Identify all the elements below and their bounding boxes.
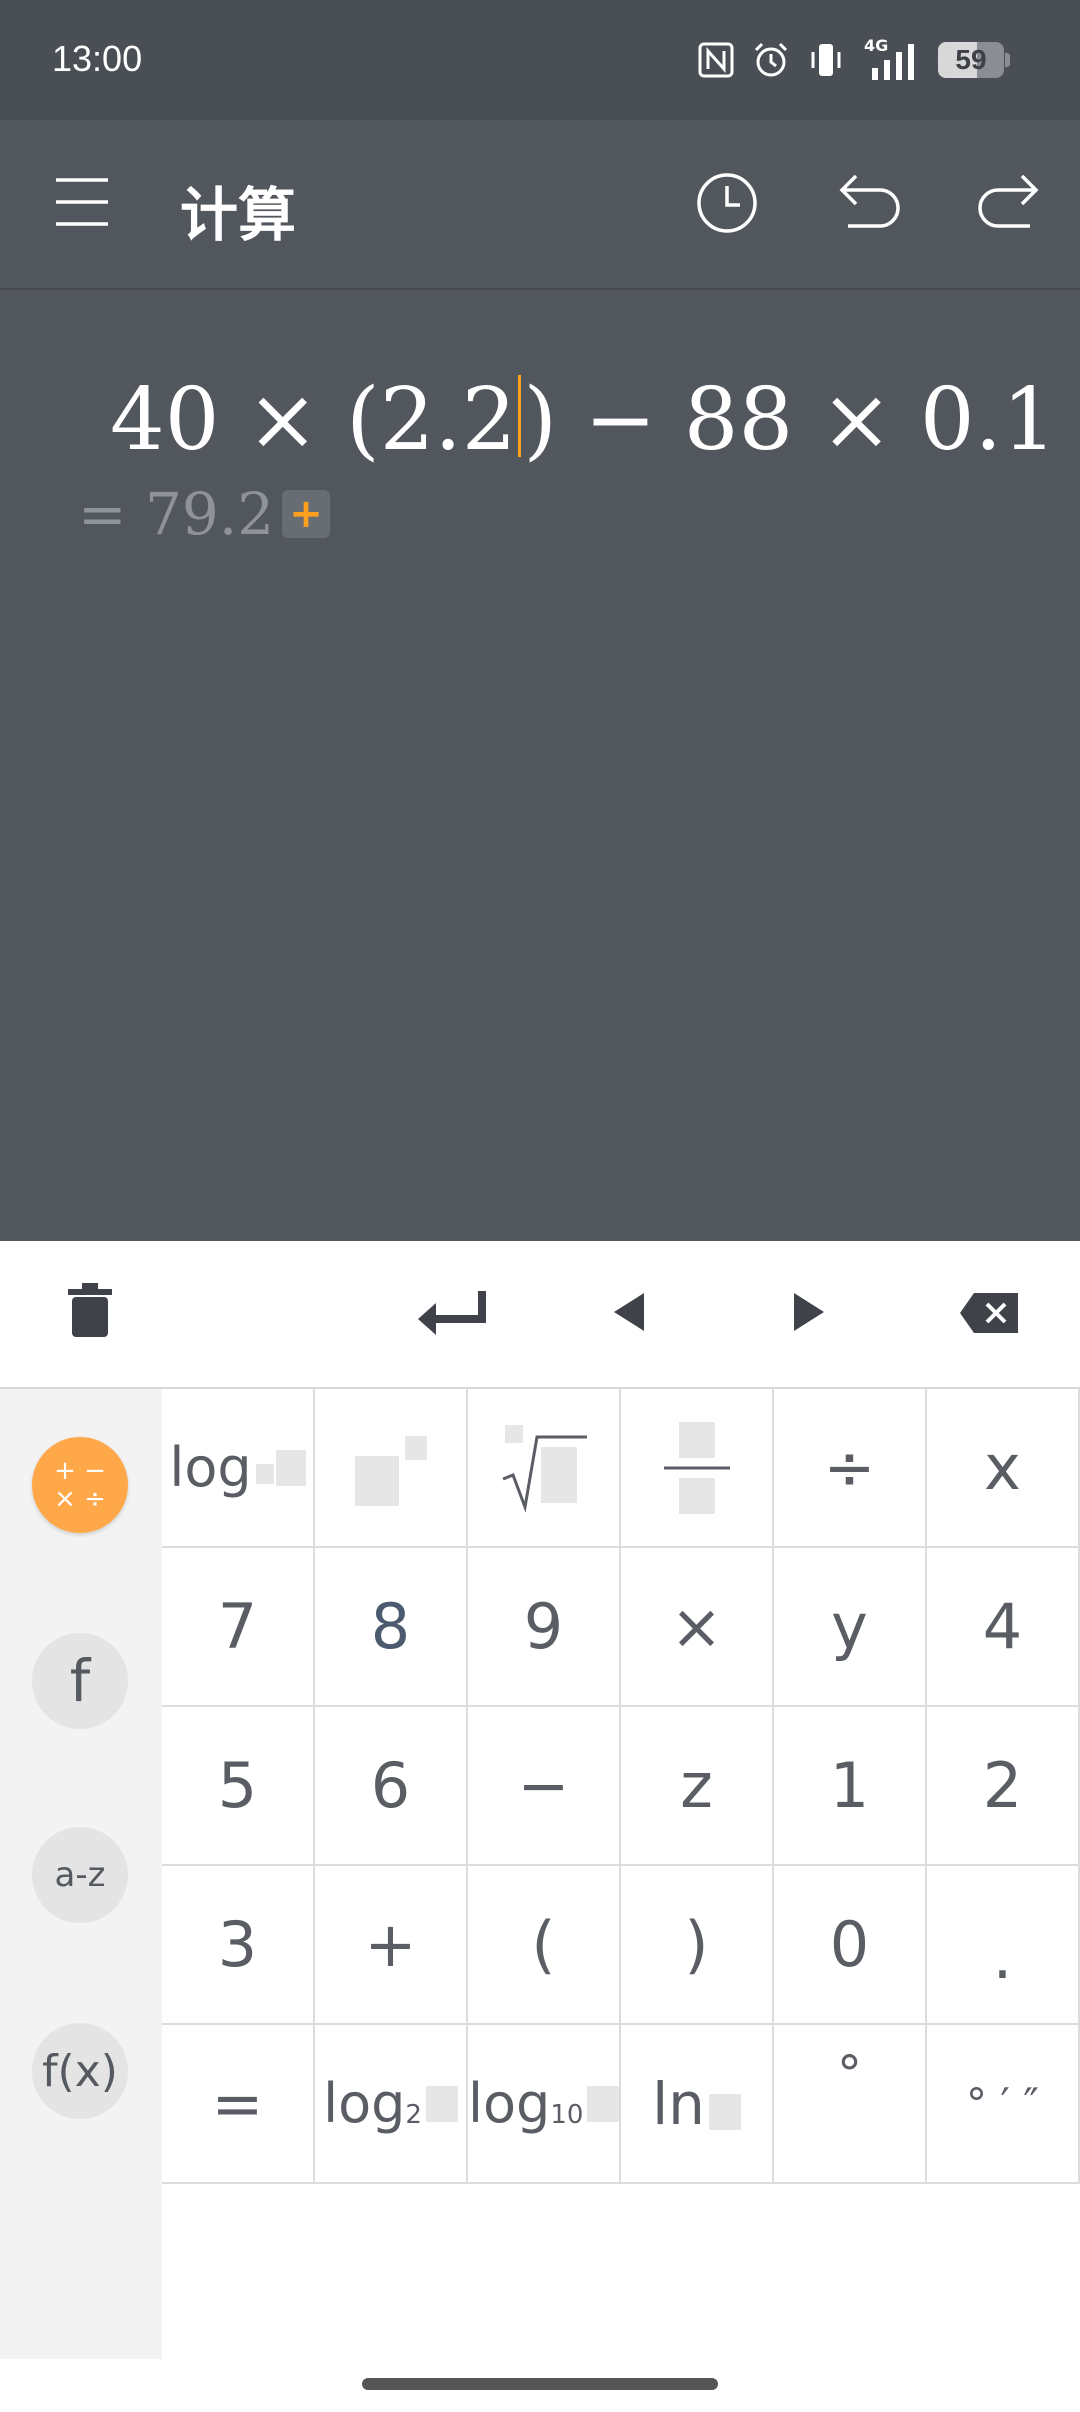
- log2-key[interactable]: log 2: [315, 2025, 468, 2184]
- alarm-icon: [752, 41, 790, 79]
- page-title: 计算: [180, 181, 297, 249]
- menu-icon[interactable]: [54, 176, 110, 232]
- fraction-key[interactable]: [621, 1389, 774, 1548]
- plus-key[interactable]: +: [315, 1866, 468, 2025]
- ln-label: ln: [652, 2069, 705, 2138]
- backspace-icon[interactable]: [960, 1293, 1020, 1337]
- digit-7-key[interactable]: 7: [162, 1548, 315, 1707]
- status-bar: 13:00 4G 59: [0, 0, 1080, 120]
- variable-x-key[interactable]: x: [927, 1389, 1080, 1548]
- variable-z-key[interactable]: z: [621, 1707, 774, 1866]
- digit-0-key[interactable]: 0: [774, 1866, 927, 2025]
- mode-variables[interactable]: a-z: [32, 1827, 128, 1923]
- trash-icon[interactable]: [66, 1281, 114, 1345]
- status-time: 13:00: [52, 38, 143, 79]
- dms-key[interactable]: ° ′ ″: [927, 2025, 1080, 2184]
- mode-functions[interactable]: f: [32, 1633, 128, 1729]
- undo-icon[interactable]: [838, 172, 902, 236]
- log-label: log: [169, 1436, 252, 1499]
- log10-key[interactable]: log 10: [468, 2025, 621, 2184]
- result-value: = 79.2: [78, 480, 275, 548]
- cursor-left-icon[interactable]: [612, 1291, 646, 1337]
- close-paren-key[interactable]: ): [621, 1866, 774, 2025]
- multiply-key[interactable]: ×: [621, 1548, 774, 1707]
- log2-subscript: 2: [405, 2099, 422, 2130]
- digit-6-key[interactable]: 6: [315, 1707, 468, 1866]
- nfc-icon: [698, 42, 734, 78]
- minus-key[interactable]: −: [468, 1707, 621, 1866]
- app-bar: 计算: [0, 120, 1080, 290]
- degree-key[interactable]: °: [774, 2025, 927, 2184]
- log10-label: log: [468, 2072, 551, 2135]
- mode-basic-operators[interactable]: + − × ÷: [32, 1437, 128, 1533]
- edit-toolbar: [0, 1241, 1080, 1389]
- digit-3-key[interactable]: 3: [162, 1866, 315, 2025]
- digit-8-key[interactable]: 8: [315, 1548, 468, 1707]
- vibrate-icon: [808, 40, 844, 80]
- digit-9-key[interactable]: 9: [468, 1548, 621, 1707]
- ln-key[interactable]: ln: [621, 2025, 774, 2184]
- battery-icon: 59: [938, 42, 1010, 78]
- text-caret: [518, 375, 522, 457]
- variable-y-key[interactable]: y: [774, 1548, 927, 1707]
- calculation-display[interactable]: 40 × (2.2) − 88 × 0.1 = 79.2 +: [0, 290, 1080, 1240]
- expression[interactable]: 40 × (2.2) − 88 × 0.1: [110, 370, 1057, 470]
- decimal-point-key[interactable]: .: [927, 1866, 1080, 2025]
- signal-icon: 4G: [862, 36, 920, 80]
- cursor-right-icon[interactable]: [792, 1291, 826, 1337]
- digit-1-key[interactable]: 1: [774, 1707, 927, 1866]
- expression-after-caret: ) − 88 × 0.1: [523, 370, 1057, 470]
- network-type: 4G: [864, 36, 889, 55]
- history-icon[interactable]: [696, 172, 758, 238]
- digit-2-key[interactable]: 2: [927, 1707, 1080, 1866]
- enter-icon[interactable]: [412, 1287, 490, 1343]
- gesture-handle[interactable]: [362, 2378, 718, 2390]
- divide-key[interactable]: ÷: [774, 1389, 927, 1548]
- log10-subscript: 10: [550, 2099, 584, 2130]
- mode-custom-functions[interactable]: f(x): [32, 2023, 128, 2119]
- add-result-button[interactable]: +: [282, 490, 330, 538]
- battery-level: 59: [955, 44, 987, 75]
- status-icons: 4G 59: [698, 36, 1010, 82]
- nth-root-key[interactable]: [468, 1389, 621, 1548]
- digit-4-key[interactable]: 4: [927, 1548, 1080, 1707]
- keypad: log ÷ x 7 8 9 × y 4 5 6 − z 1 2 3 + ( ) …: [162, 1389, 1080, 2359]
- redo-icon[interactable]: [976, 172, 1040, 236]
- power-key[interactable]: [315, 1389, 468, 1548]
- log2-label: log: [323, 2072, 406, 2135]
- mode-sidebar: + − × ÷ f a-z f(x): [0, 1389, 162, 2359]
- log-key[interactable]: log: [162, 1389, 315, 1548]
- expression-before-caret: 40 × (2.2: [110, 370, 517, 470]
- open-paren-key[interactable]: (: [468, 1866, 621, 2025]
- equals-key[interactable]: =: [162, 2025, 315, 2184]
- digit-5-key[interactable]: 5: [162, 1707, 315, 1866]
